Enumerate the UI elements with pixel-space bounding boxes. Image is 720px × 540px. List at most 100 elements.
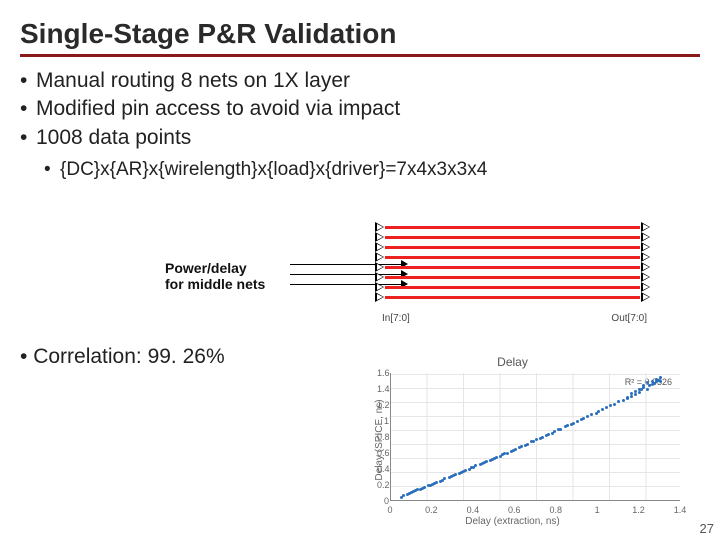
chart-point (553, 430, 556, 433)
buffer-icon (641, 242, 650, 252)
chart-y-tick: 1.4 (377, 384, 389, 394)
sub-bullet-item: {DC}x{AR}x{wirelength}x{load}x{driver}=7… (44, 158, 720, 183)
chart-x-tick: 0.4 (467, 505, 480, 515)
chart-point (586, 415, 589, 418)
buffer-icon (375, 262, 384, 272)
chart-title: Delay (497, 355, 528, 369)
net-line (385, 226, 640, 229)
chart-point (646, 388, 649, 391)
chart-point (634, 390, 637, 393)
chart-point (572, 422, 575, 425)
chart-point (474, 464, 477, 467)
chart-point (582, 417, 585, 420)
chart-point (402, 494, 405, 497)
annotation-line1: Power/delay (165, 260, 265, 276)
chart-x-axis-label: Delay (extraction, ns) (465, 516, 559, 527)
delay-chart: Delay R² = 0.9326 Delay (SPICE, ns) Dela… (335, 355, 690, 525)
net-line (385, 266, 640, 269)
chart-point (423, 486, 426, 489)
chart-point (630, 395, 633, 398)
chart-point (613, 403, 616, 406)
chart-y-tick: 0.8 (377, 432, 389, 442)
chart-y-tick: 1.2 (377, 400, 389, 410)
chart-point (626, 396, 629, 399)
chart-y-tick: 0.4 (377, 464, 389, 474)
chart-x-tick: 1 (595, 505, 600, 515)
chart-point (634, 393, 637, 396)
chart-point (443, 477, 446, 480)
chart-x-tick: 1.2 (632, 505, 645, 515)
chart-point (485, 460, 488, 463)
buffer-icon (375, 222, 384, 232)
sub-bullet-list: {DC}x{AR}x{wirelength}x{load}x{driver}=7… (0, 152, 720, 183)
net-line (385, 246, 640, 249)
chart-point (638, 391, 641, 394)
chart-x-tick: 0 (387, 505, 392, 515)
chart-point (535, 438, 538, 441)
buffer-icon (641, 272, 650, 282)
chart-point (495, 456, 498, 459)
chart-point (547, 433, 550, 436)
chart-point (506, 452, 509, 455)
chart-point (559, 428, 562, 431)
title-underline (20, 54, 700, 57)
chart-point (454, 473, 457, 476)
chart-y-tick: 1 (377, 416, 389, 426)
chart-point (514, 448, 517, 451)
chart-x-tick: 1.4 (674, 505, 687, 515)
chart-y-tick: 0 (377, 496, 389, 506)
chart-point (435, 481, 438, 484)
net-diagram: In[7:0] Out[7:0] (335, 220, 690, 320)
chart-point (659, 376, 662, 379)
chart-point (541, 436, 544, 439)
chart-point (526, 443, 529, 446)
chart-x-tick: 0.8 (549, 505, 562, 515)
bullet-item: Modified pin access to avoid via impact (20, 95, 700, 123)
chart-point (520, 445, 523, 448)
page-number: 27 (700, 521, 714, 536)
chart-point (617, 400, 620, 403)
buffer-icon (375, 232, 384, 242)
net-line (385, 236, 640, 239)
chart-point (597, 410, 600, 413)
bullet-list: Manual routing 8 nets on 1X layer Modifi… (0, 67, 720, 152)
chart-point (657, 379, 660, 382)
bullet-item: 1008 data points (20, 124, 700, 152)
buffer-icon (375, 282, 384, 292)
chart-point (638, 388, 641, 391)
net-out-label: Out[7:0] (611, 313, 647, 324)
chart-x-tick: 0.6 (508, 505, 521, 515)
chart-point (464, 469, 467, 472)
chart-y-tick: 0.6 (377, 448, 389, 458)
annotation-label: Power/delay for middle nets (165, 260, 265, 292)
page-title: Single-Stage P&R Validation (0, 0, 720, 54)
buffer-icon (375, 272, 384, 282)
net-line (385, 296, 640, 299)
bullet-item: Manual routing 8 nets on 1X layer (20, 67, 700, 95)
net-line (385, 276, 640, 279)
chart-point (601, 408, 604, 411)
chart-point (622, 399, 625, 402)
chart-y-tick: 1.6 (377, 368, 389, 378)
buffer-icon (641, 282, 650, 292)
buffer-icon (641, 222, 650, 232)
chart-point (651, 380, 654, 383)
net-line (385, 256, 640, 259)
buffer-icon (641, 232, 650, 242)
chart-y-tick: 0.2 (377, 480, 389, 490)
buffer-icon (641, 292, 650, 302)
buffer-icon (375, 292, 384, 302)
buffer-icon (641, 262, 650, 272)
buffer-icon (375, 242, 384, 252)
annotation-line2: for middle nets (165, 276, 265, 292)
chart-point (576, 420, 579, 423)
chart-point (609, 404, 612, 407)
chart-point (605, 406, 608, 409)
chart-x-tick: 0.2 (425, 505, 438, 515)
chart-point (566, 424, 569, 427)
net-line (385, 286, 640, 289)
buffer-icon (641, 252, 650, 262)
chart-point (590, 413, 593, 416)
chart-plot-area (390, 373, 680, 501)
buffer-icon (375, 252, 384, 262)
